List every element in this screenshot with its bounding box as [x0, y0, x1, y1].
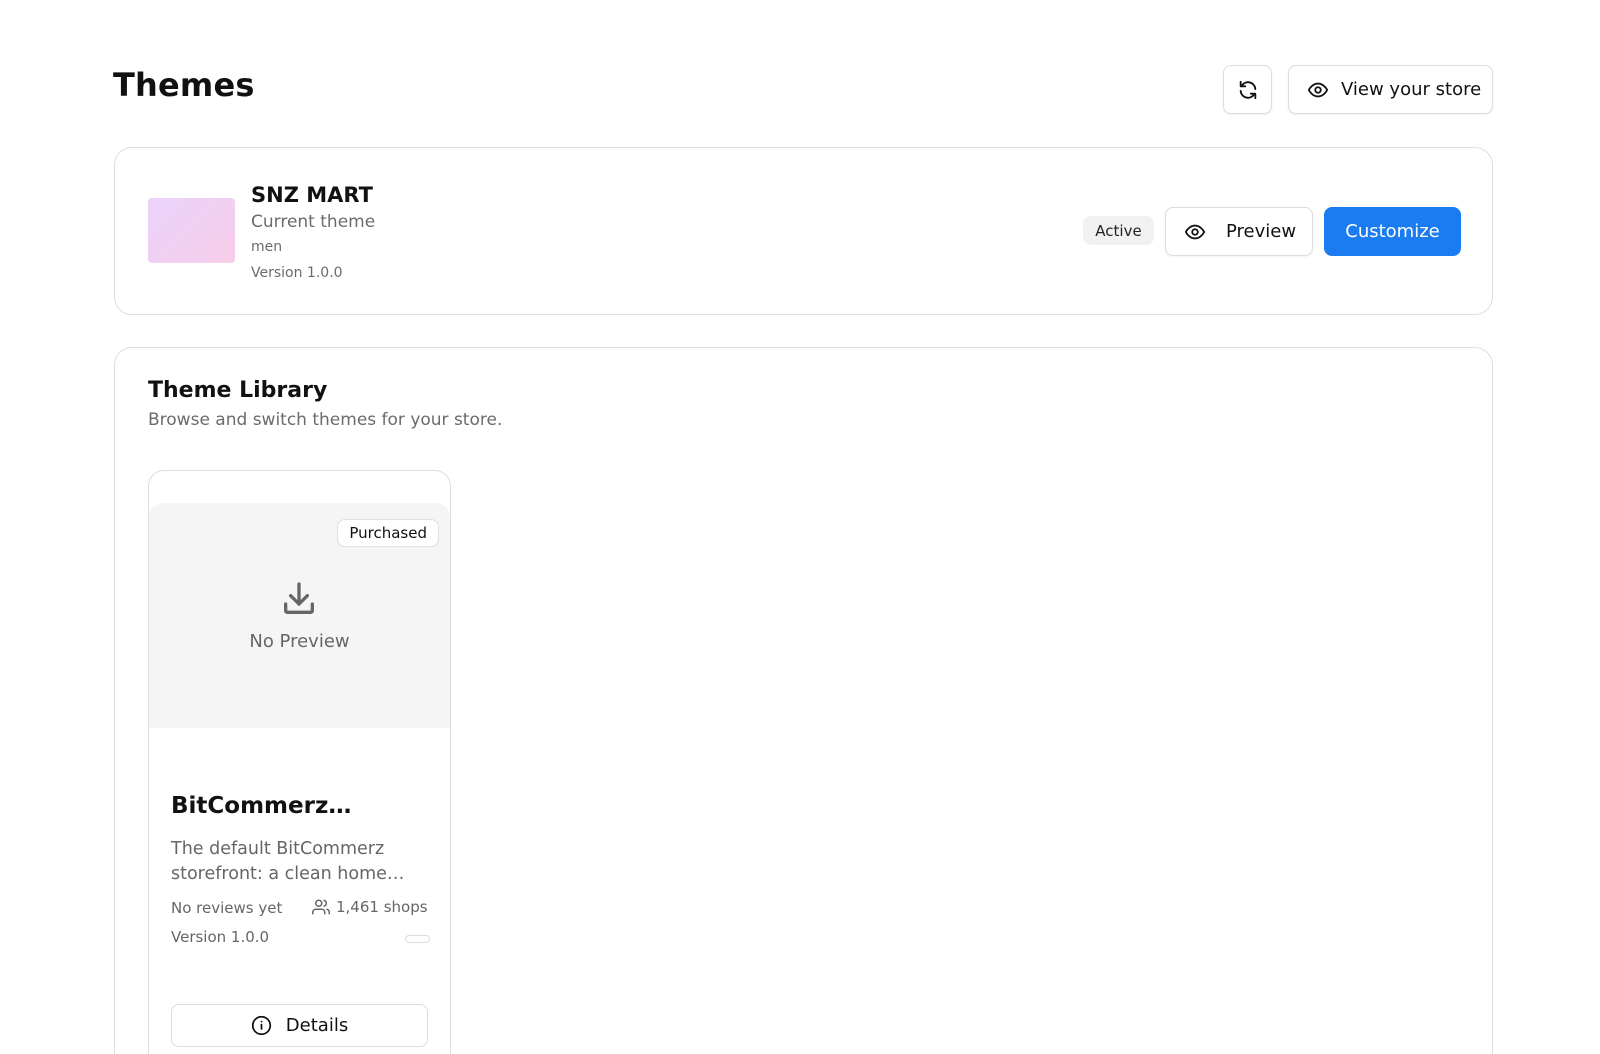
purchased-badge: Purchased — [337, 519, 439, 547]
current-theme-version: Version 1.0.0 — [251, 265, 343, 281]
theme-card-description: The default BitCommerz storefront: a cle… — [171, 839, 405, 884]
theme-library-card: Theme Library Browse and switch themes f… — [114, 347, 1493, 1054]
eye-icon — [1307, 82, 1329, 97]
users-icon — [312, 899, 330, 915]
refresh-icon — [1239, 80, 1256, 99]
customize-button[interactable]: Customize — [1324, 207, 1461, 256]
preview-label: Preview — [1226, 221, 1297, 242]
theme-card-title: BitCommerz… — [171, 793, 352, 819]
theme-card-version: Version 1.0.0 — [171, 928, 270, 946]
info-icon — [251, 1015, 271, 1036]
download-icon — [284, 582, 314, 614]
preview-button[interactable]: Preview — [1165, 207, 1313, 256]
eye-icon — [1184, 224, 1206, 239]
view-store-label: View your store — [1341, 79, 1482, 100]
theme-card[interactable]: Purchased No Preview BitCommerz… The def… — [148, 470, 451, 1054]
shops-label: 1,461 shops — [336, 898, 428, 916]
details-button[interactable]: Details — [171, 1004, 428, 1047]
theme-preview-area: Purchased No Preview — [149, 503, 450, 728]
shops-count: 1,461 shops — [312, 898, 428, 916]
current-theme-name: SNZ MART — [251, 183, 373, 207]
status-badge: Active — [1083, 216, 1154, 245]
no-preview-text: No Preview — [249, 631, 350, 652]
view-store-button[interactable]: View your store — [1288, 65, 1493, 114]
refresh-button[interactable] — [1223, 65, 1272, 114]
theme-thumbnail — [148, 198, 235, 263]
themes-page: Themes View your store SNZ MART Current … — [0, 0, 1600, 1054]
details-label: Details — [285, 1015, 349, 1036]
current-theme-card: SNZ MART Current theme men Version 1.0.0… — [114, 147, 1493, 315]
library-title: Theme Library — [148, 378, 328, 403]
current-theme-tag: men — [251, 239, 283, 255]
library-subtitle: Browse and switch themes for your store. — [148, 410, 503, 430]
page-title: Themes — [113, 66, 255, 104]
empty-pill — [405, 935, 430, 943]
reviews-text: No reviews yet — [171, 899, 283, 917]
current-theme-subtitle: Current theme — [251, 212, 376, 232]
